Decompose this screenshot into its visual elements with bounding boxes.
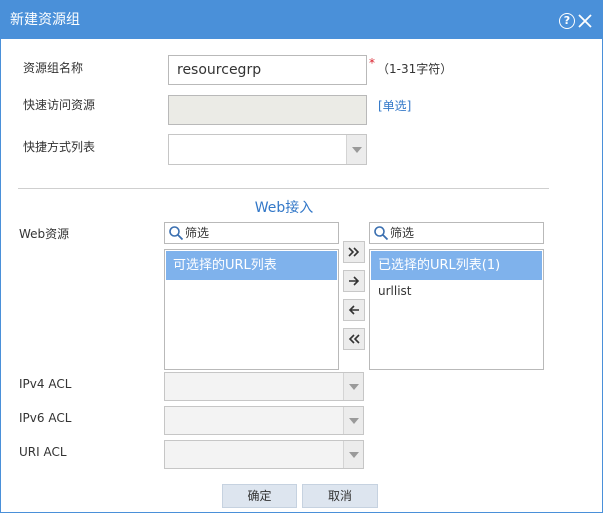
available-filter-input[interactable] — [185, 225, 334, 241]
search-icon — [169, 226, 184, 241]
cancel-button[interactable]: 取消 — [302, 484, 378, 508]
close-icon[interactable] — [577, 13, 593, 29]
ipv4-acl-label: IPv4 ACL — [19, 377, 72, 391]
chevron-down-icon — [343, 373, 363, 400]
web-resource-label: Web资源 — [19, 227, 70, 241]
quick-access-input — [168, 95, 367, 125]
arrow-left-icon — [348, 305, 359, 315]
ipv6-acl-label: IPv6 ACL — [19, 411, 72, 425]
move-right-button[interactable] — [343, 270, 365, 292]
chevron-down-icon — [343, 407, 363, 434]
dialog-titlebar: 新建资源组 ? — [1, 1, 602, 39]
single-select-link[interactable]: [单选] — [378, 97, 411, 114]
shortcut-list-label: 快捷方式列表 — [23, 140, 96, 154]
ok-button[interactable]: 确定 — [222, 484, 297, 508]
move-left-button[interactable] — [343, 299, 365, 321]
chevron-down-icon — [346, 135, 366, 164]
uri-acl-label: URI ACL — [19, 445, 67, 459]
search-icon — [374, 226, 389, 241]
move-all-left-button[interactable] — [343, 328, 365, 350]
help-icon[interactable]: ? — [559, 13, 575, 29]
selected-url-list[interactable]: 已选择的URL列表(1) urllist — [369, 249, 544, 370]
list-item[interactable]: urllist — [378, 284, 412, 298]
available-filter[interactable] — [164, 222, 339, 244]
selected-url-list-header: 已选择的URL列表(1) — [371, 251, 542, 280]
double-arrow-left-icon — [348, 334, 360, 344]
uri-acl-select[interactable] — [164, 440, 364, 469]
section-divider — [18, 188, 549, 189]
name-input[interactable]: resourcegrp — [168, 55, 367, 85]
dialog-title: 新建资源组 — [10, 12, 80, 28]
move-all-right-button[interactable] — [343, 241, 365, 263]
quick-access-label: 快速访问资源 — [23, 98, 96, 112]
available-url-list-header: 可选择的URL列表 — [166, 251, 337, 280]
name-label: 资源组名称 — [23, 61, 84, 75]
web-access-section-title: Web接入 — [254, 200, 314, 216]
double-arrow-right-icon — [348, 247, 360, 257]
required-mark: * — [369, 56, 375, 70]
arrow-right-icon — [349, 276, 360, 286]
chevron-down-icon — [343, 441, 363, 468]
new-resource-group-dialog: 新建资源组 ? 资源组名称 resourcegrp * （1-31字符） 快速访… — [0, 0, 603, 513]
shortcut-list-select[interactable] — [168, 134, 367, 165]
ipv4-acl-select[interactable] — [164, 372, 364, 401]
name-length-hint: （1-31字符） — [377, 62, 453, 76]
ipv6-acl-select[interactable] — [164, 406, 364, 435]
selected-filter[interactable] — [369, 222, 544, 244]
available-url-list[interactable]: 可选择的URL列表 — [164, 249, 339, 370]
selected-filter-input[interactable] — [390, 225, 539, 241]
